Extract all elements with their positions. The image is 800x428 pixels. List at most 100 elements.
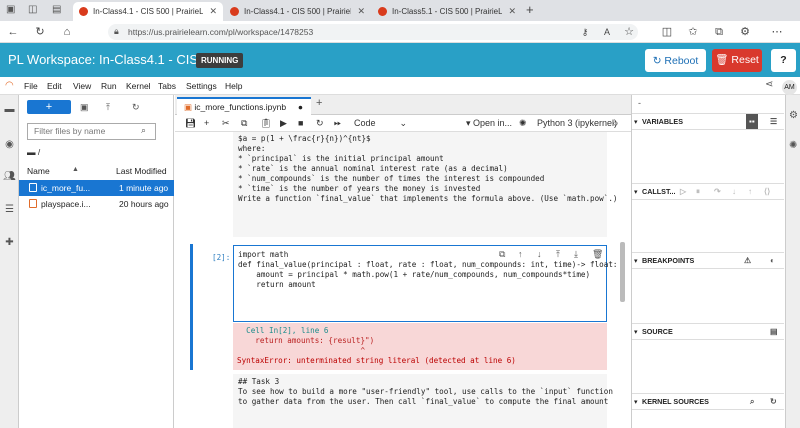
file-row[interactable]: ic_more_fu... 1 minute ago (19, 180, 174, 196)
open-source-icon[interactable]: ▤ (770, 324, 778, 339)
running-kernels-icon[interactable]: ◉ (3, 138, 16, 151)
cell-type-select[interactable]: Code ⌄ (354, 116, 407, 131)
avatar[interactable]: AM (782, 80, 797, 95)
unsaved-dot-icon[interactable]: ● (298, 99, 303, 115)
file-filter-input[interactable]: Filter files by name (27, 123, 156, 140)
chevron-down-icon: ▾ (466, 118, 474, 128)
debugger-section-variables[interactable]: ▾ VARIABLES ▪▪ ☰ (632, 113, 784, 130)
file-row[interactable]: playspace.i... 20 hours ago (19, 196, 174, 212)
fast-forward-icon[interactable]: ⏩︎ (334, 116, 341, 131)
move-down-icon[interactable]: ↓ (537, 249, 542, 259)
refresh-icon[interactable]: ↻ (132, 100, 140, 114)
copy-icon[interactable]: ⧉ (241, 116, 247, 131)
new-tab-icon[interactable]: + (526, 2, 534, 17)
share-icon[interactable]: ⋖ (765, 79, 773, 90)
refresh-icon: ↻ (652, 55, 665, 67)
step-over-icon[interactable]: ↷ (714, 184, 721, 199)
notebook-file-icon (29, 199, 37, 208)
debugger-section-kernel-sources[interactable]: ▾ KERNEL SOURCES ⌕ ↻ (632, 393, 784, 410)
paste-icon[interactable]: 📋︎ (260, 116, 271, 131)
debugger-bug-icon[interactable]: ✺ (789, 140, 797, 151)
settings-gear-icon[interactable]: ⚙ (789, 110, 798, 121)
menu-settings[interactable]: Settings (186, 77, 217, 95)
close-icon[interactable]: ✕ (209, 6, 217, 17)
markdown-cell[interactable]: ## Task 3 To see how to build a more "us… (233, 374, 613, 428)
close-icon[interactable]: ✕ (357, 6, 365, 17)
reboot-button[interactable]: ↻ Reboot (645, 49, 706, 72)
markdown-cell[interactable]: $a = p(1 + \frac{r}{n})^{nt}$ where: * `… (233, 132, 617, 237)
debug-icon[interactable]: ✺ (519, 116, 527, 131)
back-icon[interactable]: ← (6, 24, 20, 40)
browser-tab-3[interactable]: In-Class5.1 - CIS 500 | PrairieLea ✕ (372, 2, 522, 21)
table-of-contents-icon[interactable]: ☰ (3, 203, 16, 216)
menu-kernel[interactable]: Kernel (126, 77, 151, 95)
duplicate-cell-icon[interactable]: ⧉ (499, 249, 505, 260)
debugger-section-breakpoints[interactable]: ▾ BREAKPOINTS ⚠ ◐ (632, 252, 784, 269)
kernel-name[interactable]: Python 3 (ipykernel) (537, 116, 617, 131)
url-text[interactable]: https://us.prairielearn.com/pl/workspace… (128, 24, 313, 40)
new-folder-icon[interactable]: ▣ (80, 100, 89, 114)
delete-cell-icon[interactable]: 🗑︎ (592, 249, 603, 260)
breakpoints-toggle-icon[interactable]: ◐ (770, 253, 775, 268)
home-icon[interactable]: ⌂ (60, 24, 74, 40)
table-view-icon[interactable]: ☰ (770, 114, 777, 129)
folder-icon[interactable]: ▬ (3, 103, 16, 116)
refresh-icon[interactable]: ↻ (33, 24, 47, 40)
browser-menu-icon[interactable]: ▣ (6, 4, 15, 15)
browser-tab-2[interactable]: In-Class4.1 - CIS 500 | PrairieLea ✕ (224, 2, 371, 21)
pause-icon[interactable]: ⏸︎ (696, 184, 700, 199)
lock-icon[interactable]: 🔒︎ (114, 26, 119, 37)
read-aloud-icon[interactable]: A (600, 24, 614, 40)
reset-button[interactable]: 🗑︎ Reset (712, 49, 762, 72)
tree-view-toggle[interactable]: ▪▪ (746, 114, 758, 129)
refresh-icon[interactable]: ↻ (770, 394, 777, 409)
favorites-icon[interactable]: ✩ (686, 24, 700, 40)
search-icon[interactable]: ⌕ (750, 394, 754, 409)
step-in-icon[interactable]: ↓ (732, 184, 736, 199)
open-in-button[interactable]: ▾ Open in... (466, 116, 512, 131)
warning-icon[interactable]: ⚠ (744, 253, 751, 268)
new-tab-icon[interactable]: + (316, 97, 322, 109)
extension-puzzle-icon[interactable]: ✚ (3, 236, 16, 249)
tab-notebook[interactable]: ▣ ic_more_functions.ipynb ● (177, 97, 311, 115)
help-button[interactable]: ? (771, 49, 796, 72)
menu-tabs[interactable]: Tabs (158, 77, 176, 95)
new-launcher-button[interactable]: + (27, 100, 71, 114)
column-header-name[interactable]: Name (27, 166, 50, 176)
breadcrumb[interactable]: ▬ / (27, 147, 40, 157)
favorite-star-icon[interactable]: ☆ (622, 24, 636, 40)
split-screen-icon[interactable]: ◫ (660, 24, 674, 40)
extensions-icon[interactable]: ⚙ (738, 24, 752, 40)
insert-below-icon[interactable]: ⤓ (574, 249, 578, 260)
more-icon[interactable]: ⋯ (770, 24, 784, 40)
browser-tab-1[interactable]: In-Class4.1 - CIS 500 | PrairieLea ✕ (73, 2, 223, 21)
menu-file[interactable]: File (24, 77, 38, 95)
close-icon[interactable]: ✕ (508, 6, 516, 17)
notebook-scrollbar[interactable] (620, 242, 625, 302)
collections-icon[interactable]: ⧉ (712, 24, 726, 40)
stop-icon[interactable]: ■ (298, 116, 303, 131)
continue-icon[interactable]: ▷ (680, 184, 686, 199)
evaluate-icon[interactable]: ⟨⟩ (764, 184, 770, 199)
tab-actions-icon[interactable]: ◫ (28, 4, 37, 15)
cut-icon[interactable]: ✂ (222, 116, 230, 131)
menu-run[interactable]: Run (101, 77, 117, 95)
menu-view[interactable]: View (73, 77, 91, 95)
code-cell-editor[interactable]: import math def final_value(principal : … (233, 245, 617, 322)
vertical-tabs-icon[interactable]: ▤ (52, 4, 61, 15)
menu-edit[interactable]: Edit (47, 77, 62, 95)
upload-icon[interactable]: ⤒ (106, 100, 110, 114)
debugger-section-callstack[interactable]: ▾ CALLST... ▷ ⏸︎ ↷ ↓ ↑ ⟨⟩ (632, 183, 784, 200)
step-out-icon[interactable]: ↑ (748, 184, 752, 199)
save-icon[interactable]: 💾︎ (185, 116, 196, 131)
menu-help[interactable]: Help (225, 77, 242, 95)
users-icon[interactable]: 👥︎ (3, 170, 16, 183)
debugger-section-source[interactable]: ▾ SOURCE ▤ (632, 323, 784, 340)
insert-cell-icon[interactable]: + (204, 116, 209, 131)
insert-above-icon[interactable]: ⤒ (556, 249, 560, 260)
key-icon[interactable]: ⚷ (578, 24, 592, 40)
run-icon[interactable]: ▶ (280, 116, 287, 131)
column-header-modified[interactable]: Last Modified (116, 166, 167, 176)
restart-icon[interactable]: ↻ (316, 116, 324, 131)
move-up-icon[interactable]: ↑ (518, 249, 523, 259)
